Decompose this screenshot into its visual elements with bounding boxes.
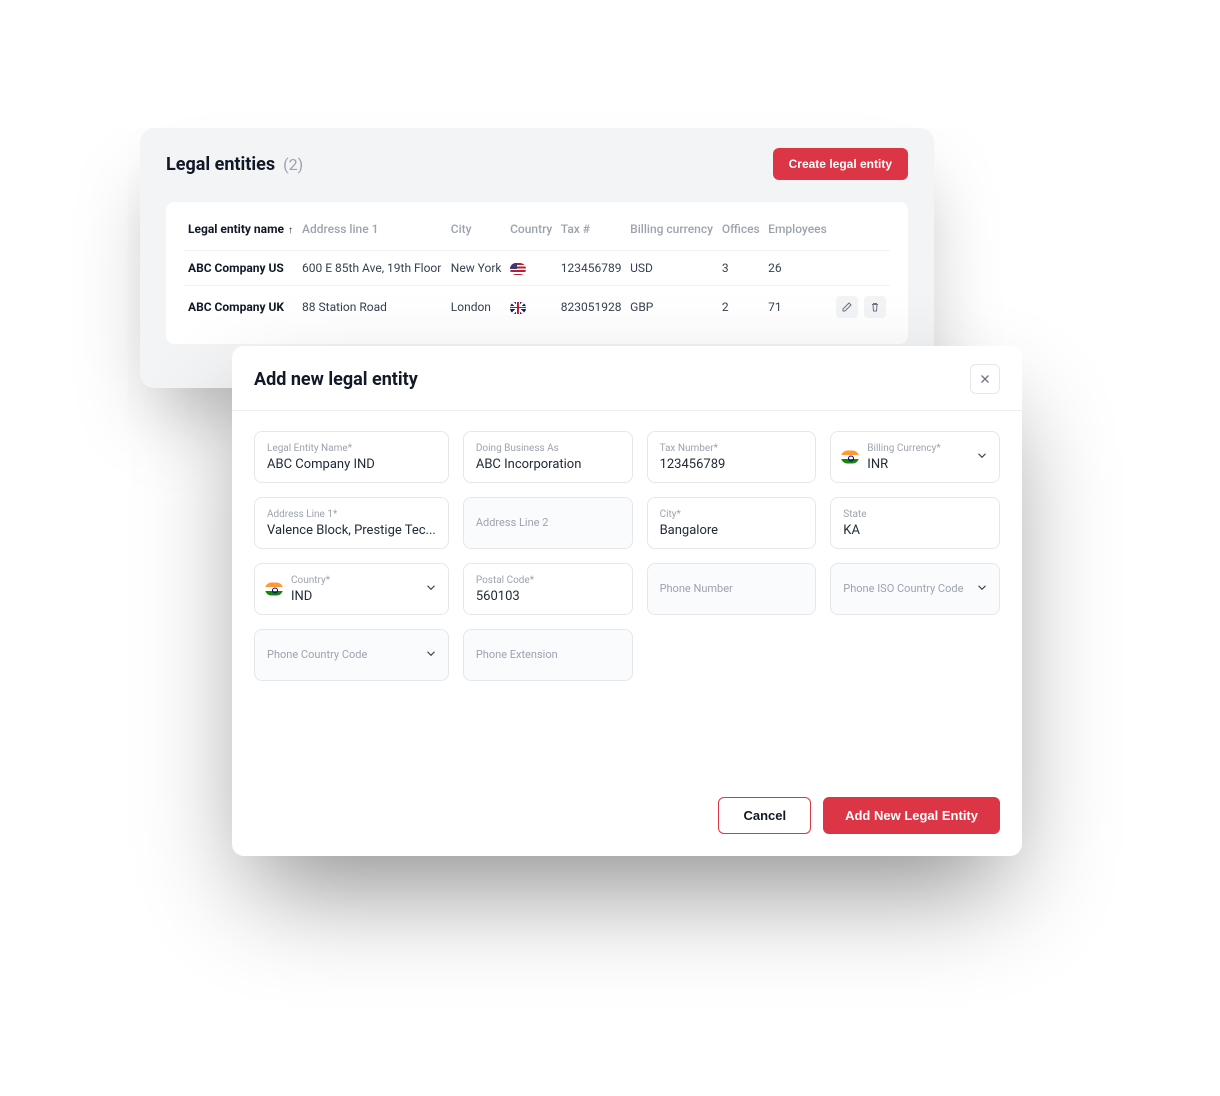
cell-city: London	[447, 286, 506, 329]
col-tax[interactable]: Tax #	[557, 212, 626, 251]
legal-entity-name-field[interactable]: Legal Entity Name* ABC Company IND	[254, 431, 449, 483]
cell-country	[506, 286, 557, 329]
field-label: Country*	[291, 575, 436, 587]
field-value: Valence Block, Prestige Tec...	[267, 523, 436, 538]
chevron-down-icon	[424, 646, 438, 665]
flag-us-icon	[510, 263, 526, 275]
cell-employees: 71	[764, 286, 831, 329]
chevron-down-icon	[975, 580, 989, 599]
phone-number-field[interactable]: Phone Number	[647, 563, 817, 615]
cell-country	[506, 251, 557, 286]
col-employees[interactable]: Employees	[764, 212, 831, 251]
field-value: ABC Incorporation	[476, 457, 620, 472]
address-line-2-field[interactable]: Address Line 2	[463, 497, 633, 549]
billing-currency-select[interactable]: Billing Currency* INR	[830, 431, 1000, 483]
cell-addr1: 600 E 85th Ave, 19th Floor	[298, 251, 447, 286]
field-label: Postal Code*	[476, 575, 620, 587]
legal-entities-title: Legal entities	[166, 154, 275, 175]
add-legal-entity-button[interactable]: Add New Legal Entity	[823, 797, 1000, 834]
cancel-button[interactable]: Cancel	[718, 797, 811, 834]
modal-title: Add new legal entity	[254, 369, 418, 390]
edit-icon	[841, 301, 853, 313]
field-label: Legal Entity Name*	[267, 443, 436, 455]
page-title: Legal entities (2)	[166, 154, 303, 175]
field-label: Address Line 2	[476, 516, 620, 529]
chevron-down-icon	[424, 580, 438, 599]
city-field[interactable]: City* Bangalore	[647, 497, 817, 549]
table-row[interactable]: ABC Company US 600 E 85th Ave, 19th Floo…	[184, 251, 890, 286]
field-label: Phone Extension	[476, 648, 620, 661]
flag-in-icon	[265, 583, 283, 596]
legal-entities-count: (2)	[283, 155, 303, 174]
field-value: IND	[291, 589, 436, 604]
phone-country-code-select[interactable]: Phone Country Code	[254, 629, 449, 681]
field-label: Tax Number*	[660, 443, 804, 455]
cell-tax: 823051928	[557, 286, 626, 329]
field-value: 123456789	[660, 457, 804, 472]
cell-tax: 123456789	[557, 251, 626, 286]
cell-name: ABC Company UK	[184, 286, 298, 329]
postal-code-field[interactable]: Postal Code* 560103	[463, 563, 633, 615]
col-billing-currency[interactable]: Billing currency	[626, 212, 718, 251]
legal-entities-table: Legal entity name↑ Address line 1 City C…	[184, 212, 890, 328]
cell-currency: USD	[626, 251, 718, 286]
field-label: Phone Number	[660, 582, 804, 595]
col-legal-entity-name[interactable]: Legal entity name↑	[184, 212, 298, 251]
create-legal-entity-button[interactable]: Create legal entity	[773, 148, 908, 180]
tax-number-field[interactable]: Tax Number* 123456789	[647, 431, 817, 483]
flag-uk-icon	[510, 302, 526, 314]
sort-ascending-icon: ↑	[288, 225, 293, 236]
trash-icon	[869, 301, 881, 313]
country-select[interactable]: Country* IND	[254, 563, 449, 615]
cell-currency: GBP	[626, 286, 718, 329]
field-label: State	[843, 509, 987, 521]
col-country[interactable]: Country	[506, 212, 557, 251]
cell-employees: 26	[764, 251, 831, 286]
field-value: INR	[867, 457, 987, 472]
table-row[interactable]: ABC Company UK 88 Station Road London 82…	[184, 286, 890, 329]
cell-name: ABC Company US	[184, 251, 298, 286]
field-label: Doing Business As	[476, 443, 620, 455]
field-label: Address Line 1*	[267, 509, 436, 521]
col-offices[interactable]: Offices	[718, 212, 764, 251]
edit-row-button[interactable]	[836, 296, 858, 318]
dba-field[interactable]: Doing Business As ABC Incorporation	[463, 431, 633, 483]
phone-extension-field[interactable]: Phone Extension	[463, 629, 633, 681]
phone-iso-country-code-select[interactable]: Phone ISO Country Code	[830, 563, 1000, 615]
field-value: KA	[843, 523, 987, 538]
address-line-1-field[interactable]: Address Line 1* Valence Block, Prestige …	[254, 497, 449, 549]
cell-addr1: 88 Station Road	[298, 286, 447, 329]
col-address1[interactable]: Address line 1	[298, 212, 447, 251]
delete-row-button[interactable]	[864, 296, 886, 318]
field-value: Bangalore	[660, 523, 804, 538]
cell-offices: 3	[718, 251, 764, 286]
cell-offices: 2	[718, 286, 764, 329]
close-icon	[978, 372, 992, 386]
cell-city: New York	[447, 251, 506, 286]
field-value: 560103	[476, 589, 620, 604]
state-field[interactable]: State KA	[830, 497, 1000, 549]
close-modal-button[interactable]	[970, 364, 1000, 394]
field-label: Phone Country Code	[267, 648, 436, 661]
field-label: Billing Currency*	[867, 443, 987, 455]
field-value: ABC Company IND	[267, 457, 436, 472]
legal-entities-table-panel: Legal entity name↑ Address line 1 City C…	[166, 202, 908, 344]
field-label: City*	[660, 509, 804, 521]
chevron-down-icon	[975, 448, 989, 467]
col-city[interactable]: City	[447, 212, 506, 251]
field-label: Phone ISO Country Code	[843, 582, 987, 595]
flag-in-icon	[841, 451, 859, 464]
add-legal-entity-modal: Add new legal entity Legal Entity Name* …	[232, 346, 1022, 856]
